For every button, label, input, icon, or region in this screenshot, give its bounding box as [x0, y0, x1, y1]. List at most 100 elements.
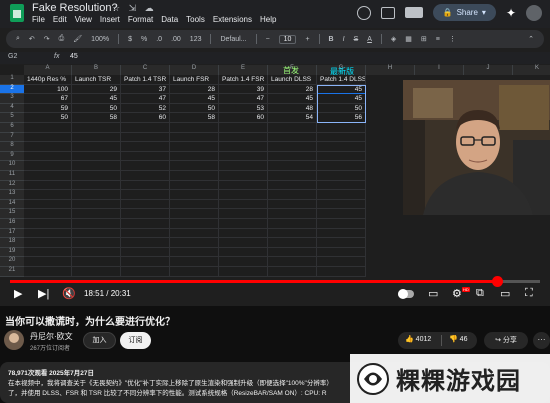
row-header[interactable]: 21 [0, 267, 24, 277]
empty-cell[interactable] [219, 180, 268, 191]
empty-cell[interactable] [72, 228, 121, 239]
empty-cell[interactable] [219, 219, 268, 229]
data-cell[interactable]: 60 [121, 113, 170, 123]
font-size-input[interactable]: 10 [278, 34, 297, 44]
row-header[interactable]: 9 [0, 151, 24, 162]
menu-file[interactable]: File [32, 15, 45, 24]
empty-cell[interactable] [72, 123, 121, 133]
empty-cell[interactable] [170, 199, 219, 210]
row-header[interactable]: 3 [0, 94, 24, 104]
empty-cell[interactable] [121, 238, 170, 248]
column-header[interactable]: D [170, 65, 219, 75]
column-header[interactable]: K [513, 65, 550, 75]
empty-cell[interactable] [219, 267, 268, 277]
data-cell[interactable]: 28 [170, 84, 219, 95]
align-icon[interactable]: ≡ [436, 36, 440, 43]
empty-cell[interactable] [121, 151, 170, 162]
font-select[interactable]: Defaul... [220, 36, 246, 43]
currency-format-button[interactable]: $ [128, 36, 132, 43]
empty-cell[interactable] [72, 267, 121, 277]
decrease-decimal-button[interactable]: .0 [156, 36, 162, 43]
empty-cell[interactable] [268, 142, 317, 152]
column-header[interactable]: J [464, 65, 513, 75]
empty-cell[interactable] [317, 238, 366, 248]
text-color-button[interactable]: A [367, 36, 372, 43]
comments-icon[interactable] [380, 6, 395, 19]
empty-cell[interactable] [317, 247, 366, 258]
empty-cell[interactable] [72, 199, 121, 210]
empty-cell[interactable] [24, 257, 72, 267]
empty-cell[interactable] [24, 228, 72, 239]
empty-cell[interactable] [317, 228, 366, 239]
account-avatar[interactable] [526, 4, 542, 21]
empty-cell[interactable] [72, 219, 121, 229]
empty-cell[interactable] [24, 209, 72, 219]
data-cell[interactable]: 39 [219, 84, 268, 95]
row-header[interactable]: 4 [0, 103, 24, 114]
empty-cell[interactable] [219, 209, 268, 219]
more-icon[interactable]: ⋮ [449, 35, 456, 43]
row-header[interactable]: 11 [0, 171, 24, 181]
empty-cell[interactable] [317, 132, 366, 143]
empty-cell[interactable] [121, 247, 170, 258]
meet-icon[interactable] [404, 7, 423, 18]
data-cell[interactable]: 47 [219, 94, 268, 104]
empty-cell[interactable] [72, 180, 121, 191]
empty-cell[interactable] [170, 190, 219, 200]
empty-cell[interactable] [317, 171, 366, 181]
borders-icon[interactable]: ▦ [405, 35, 412, 43]
empty-cell[interactable] [72, 238, 121, 248]
empty-cell[interactable] [72, 247, 121, 258]
empty-cell[interactable] [268, 238, 317, 248]
empty-cell[interactable] [72, 257, 121, 267]
header-cell[interactable]: Patch 1.4 TSR [121, 75, 170, 85]
data-cell[interactable]: 58 [72, 113, 121, 123]
menu-help[interactable]: Help [260, 15, 276, 24]
data-cell[interactable]: 50 [24, 113, 72, 123]
empty-cell[interactable] [24, 151, 72, 162]
menu-tools[interactable]: Tools [186, 15, 205, 24]
data-cell[interactable]: 60 [219, 113, 268, 123]
data-cell[interactable]: 59 [24, 103, 72, 114]
empty-cell[interactable] [170, 123, 219, 133]
zoom-select[interactable]: 100% [91, 36, 109, 43]
dislike-button[interactable]: 👎 46 [449, 335, 467, 343]
empty-cell[interactable] [268, 180, 317, 191]
empty-cell[interactable] [170, 151, 219, 162]
empty-cell[interactable] [121, 161, 170, 171]
formula-input[interactable]: 45 [70, 53, 78, 60]
row-header[interactable]: 17 [0, 228, 24, 239]
font-size-increase-button[interactable]: + [305, 36, 309, 43]
fullscreen-icon[interactable]: ⛶ [525, 287, 533, 300]
empty-cell[interactable] [170, 180, 219, 191]
empty-cell[interactable] [317, 219, 366, 229]
header-cell[interactable]: 1440p Res % [24, 75, 72, 85]
play-icon[interactable]: ▶ [14, 287, 22, 300]
empty-cell[interactable] [219, 171, 268, 181]
empty-cell[interactable] [121, 219, 170, 229]
search-icon[interactable]: ⌕ [16, 35, 20, 43]
empty-cell[interactable] [268, 267, 317, 277]
row-header[interactable]: 5 [0, 113, 24, 123]
row-header[interactable]: 19 [0, 247, 24, 258]
empty-cell[interactable] [170, 267, 219, 277]
column-header[interactable]: A [24, 65, 72, 75]
empty-cell[interactable] [268, 190, 317, 200]
empty-cell[interactable] [268, 199, 317, 210]
empty-cell[interactable] [121, 209, 170, 219]
empty-cell[interactable] [72, 151, 121, 162]
empty-cell[interactable] [219, 199, 268, 210]
empty-cell[interactable] [219, 123, 268, 133]
empty-cell[interactable] [317, 257, 366, 267]
row-header[interactable]: 16 [0, 219, 24, 229]
empty-cell[interactable] [317, 151, 366, 162]
print-icon[interactable]: ⎙ [59, 35, 65, 43]
column-header[interactable]: E [219, 65, 268, 75]
data-cell[interactable]: 58 [170, 113, 219, 123]
font-size-decrease-button[interactable]: − [266, 36, 270, 43]
header-cell[interactable]: Launch TSR [72, 75, 121, 85]
empty-cell[interactable] [219, 132, 268, 143]
row-header[interactable]: 2 [0, 84, 24, 95]
data-cell[interactable]: 50 [72, 103, 121, 114]
channel-avatar[interactable] [4, 330, 24, 350]
